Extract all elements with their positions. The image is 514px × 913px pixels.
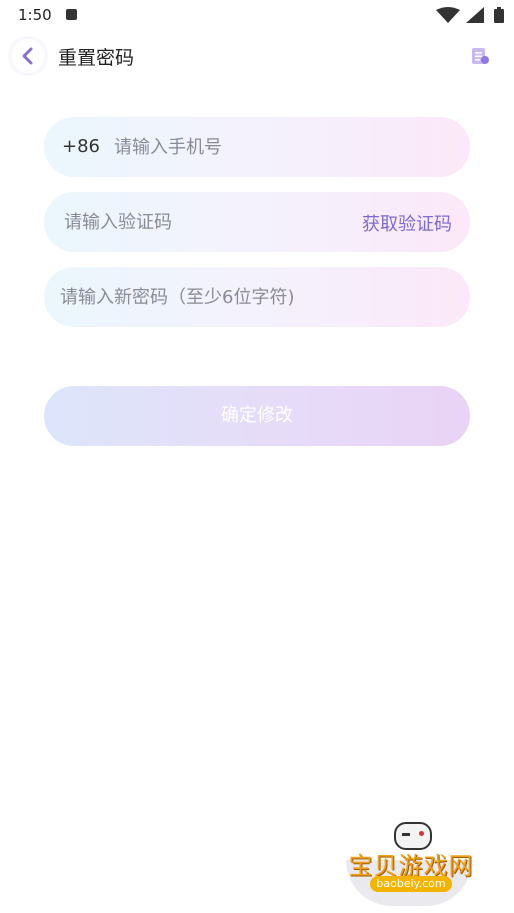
new-password-input[interactable]	[60, 267, 450, 327]
page-title: 重置密码	[58, 47, 135, 69]
status-icons	[436, 7, 506, 25]
phone-input[interactable]	[114, 117, 444, 177]
watermark-logo: 宝贝游戏网 baobeiy.com	[336, 820, 486, 906]
verification-code-field: 获取验证码	[44, 192, 470, 252]
header: 重置密码	[0, 34, 514, 78]
document-icon[interactable]	[470, 46, 490, 66]
get-code-button[interactable]: 获取验证码	[362, 210, 452, 236]
phone-field: +86	[44, 117, 470, 177]
confirm-button[interactable]: 确定修改	[44, 386, 470, 446]
watermark-url: baobeiy.com	[370, 876, 452, 892]
wifi-icon	[436, 7, 460, 23]
app-notification-icon	[66, 9, 77, 20]
new-password-field	[44, 267, 470, 327]
country-code[interactable]: +86	[62, 136, 100, 157]
back-button[interactable]	[10, 38, 46, 74]
status-time: 1:50	[18, 6, 52, 24]
status-bar: 1:50	[0, 0, 514, 30]
signal-icon	[466, 7, 484, 23]
chevron-left-icon	[22, 47, 33, 65]
verification-code-input[interactable]	[64, 192, 344, 252]
battery-icon	[494, 7, 504, 23]
